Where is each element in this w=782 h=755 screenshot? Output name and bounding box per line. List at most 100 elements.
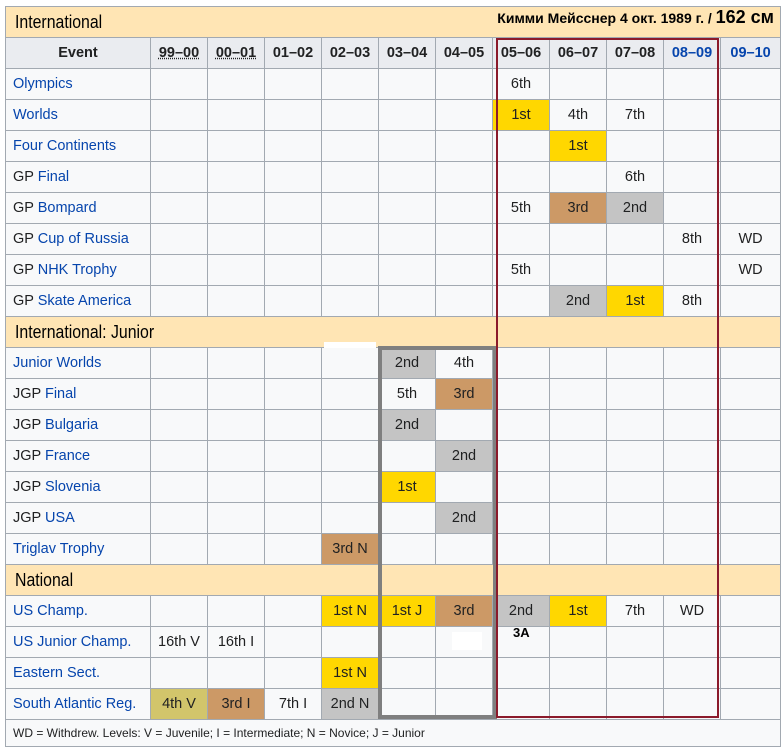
season-column-header: 04–05 bbox=[435, 37, 493, 69]
result-cell bbox=[663, 161, 721, 193]
result-cell bbox=[663, 533, 721, 565]
result-cell bbox=[378, 688, 436, 720]
result-cell bbox=[264, 440, 322, 472]
event-link[interactable]: US Junior Champ. bbox=[13, 634, 131, 650]
table-row: Junior Worlds 2nd 4th bbox=[5, 347, 782, 379]
result-cell bbox=[719, 99, 782, 131]
result-cell: 4th bbox=[549, 99, 607, 131]
result-cell bbox=[321, 254, 379, 286]
event-link[interactable]: Bulgaria bbox=[45, 417, 98, 433]
event-link[interactable]: Skate America bbox=[38, 293, 132, 309]
result-cell bbox=[549, 471, 607, 503]
event-link[interactable]: Four Continents bbox=[13, 138, 116, 154]
result-cell: 3rd bbox=[435, 595, 493, 627]
result-cell bbox=[492, 130, 550, 162]
whiteout-block bbox=[452, 632, 482, 650]
event-cell: Triglav Trophy bbox=[5, 533, 151, 565]
result-cell bbox=[549, 254, 607, 286]
result-cell bbox=[435, 657, 493, 689]
result-cell bbox=[492, 223, 550, 255]
result-cell bbox=[435, 254, 493, 286]
results-table: International Event 99–00 00–01 01–02 02–03 03… bbox=[4, 6, 782, 747]
result-cell bbox=[150, 409, 208, 441]
event-cell: GP Final bbox=[5, 161, 151, 193]
result-cell: 6th bbox=[606, 161, 664, 193]
table-row: JGP Final 5th 3rd bbox=[5, 378, 782, 410]
table-row: Triglav Trophy 3rd N bbox=[5, 533, 782, 565]
result-cell bbox=[606, 254, 664, 286]
result-cell bbox=[150, 533, 208, 565]
result-cell bbox=[321, 161, 379, 193]
event-link[interactable]: Slovenia bbox=[45, 479, 101, 495]
season-column-header[interactable]: 09–10 bbox=[719, 37, 782, 69]
table-row: US Champ. 1st N 1st J 3rd 2nd 1st 7th WD bbox=[5, 595, 782, 627]
result-cell bbox=[150, 223, 208, 255]
result-cell bbox=[719, 502, 782, 534]
event-cell: GP Cup of Russia bbox=[5, 223, 151, 255]
result-cell bbox=[435, 533, 493, 565]
result-cell bbox=[264, 161, 322, 193]
event-link[interactable]: France bbox=[45, 448, 90, 464]
event-link[interactable]: Eastern Sect. bbox=[13, 665, 100, 681]
result-cell: 5th bbox=[378, 378, 436, 410]
season-column-header[interactable]: 99–00 bbox=[150, 37, 208, 69]
event-link[interactable]: Triglav Trophy bbox=[13, 541, 104, 557]
result-cell bbox=[663, 130, 721, 162]
event-link[interactable]: Final bbox=[45, 386, 76, 402]
result-cell bbox=[264, 471, 322, 503]
result-cell: 3rd N bbox=[321, 533, 379, 565]
event-link[interactable]: USA bbox=[45, 510, 75, 526]
event-link[interactable]: Olympics bbox=[13, 76, 73, 92]
event-cell: US Champ. bbox=[5, 595, 151, 627]
result-cell bbox=[606, 378, 664, 410]
result-cell bbox=[606, 130, 664, 162]
result-cell bbox=[492, 161, 550, 193]
result-cell bbox=[150, 471, 208, 503]
event-link[interactable]: Worlds bbox=[13, 107, 58, 123]
result-cell bbox=[435, 688, 493, 720]
result-cell bbox=[321, 99, 379, 131]
event-link[interactable]: South Atlantic Reg. bbox=[13, 696, 136, 712]
result-cell bbox=[492, 533, 550, 565]
season-column-header[interactable]: 00–01 bbox=[207, 37, 265, 69]
event-cell: JGP Final bbox=[5, 378, 151, 410]
result-cell bbox=[150, 192, 208, 224]
result-cell bbox=[549, 688, 607, 720]
result-cell bbox=[207, 471, 265, 503]
event-link[interactable]: Junior Worlds bbox=[13, 355, 101, 371]
result-cell bbox=[207, 595, 265, 627]
result-cell bbox=[549, 626, 607, 658]
result-cell bbox=[492, 502, 550, 534]
event-cell: JGP Slovenia bbox=[5, 471, 151, 503]
season-column-header[interactable]: 08–09 bbox=[663, 37, 721, 69]
result-cell: 2nd bbox=[549, 285, 607, 317]
result-cell bbox=[606, 409, 664, 441]
result-cell: 2nd bbox=[435, 440, 493, 472]
result-cell bbox=[663, 688, 721, 720]
result-cell bbox=[207, 502, 265, 534]
result-cell bbox=[719, 192, 782, 224]
result-cell bbox=[264, 595, 322, 627]
table-row: JGP USA 2nd bbox=[5, 502, 782, 534]
result-cell bbox=[719, 533, 782, 565]
result-cell: 2nd bbox=[378, 347, 436, 379]
result-cell bbox=[663, 192, 721, 224]
result-cell bbox=[150, 130, 208, 162]
event-link[interactable]: Bompard bbox=[38, 200, 97, 216]
event-link[interactable]: Final bbox=[38, 169, 69, 185]
season-column-header: 06–07 bbox=[549, 37, 607, 69]
event-link[interactable]: US Champ. bbox=[13, 603, 88, 619]
result-cell bbox=[492, 688, 550, 720]
event-cell: GP NHK Trophy bbox=[5, 254, 151, 286]
event-link[interactable]: Cup of Russia bbox=[38, 231, 129, 247]
result-cell bbox=[321, 347, 379, 379]
result-cell: 3rd bbox=[435, 378, 493, 410]
event-prefix: GP bbox=[13, 169, 38, 185]
result-cell: 1st N bbox=[321, 657, 379, 689]
result-cell bbox=[150, 657, 208, 689]
event-link[interactable]: NHK Trophy bbox=[38, 262, 117, 278]
result-cell bbox=[606, 347, 664, 379]
result-cell bbox=[492, 378, 550, 410]
result-cell bbox=[207, 254, 265, 286]
result-cell bbox=[378, 99, 436, 131]
